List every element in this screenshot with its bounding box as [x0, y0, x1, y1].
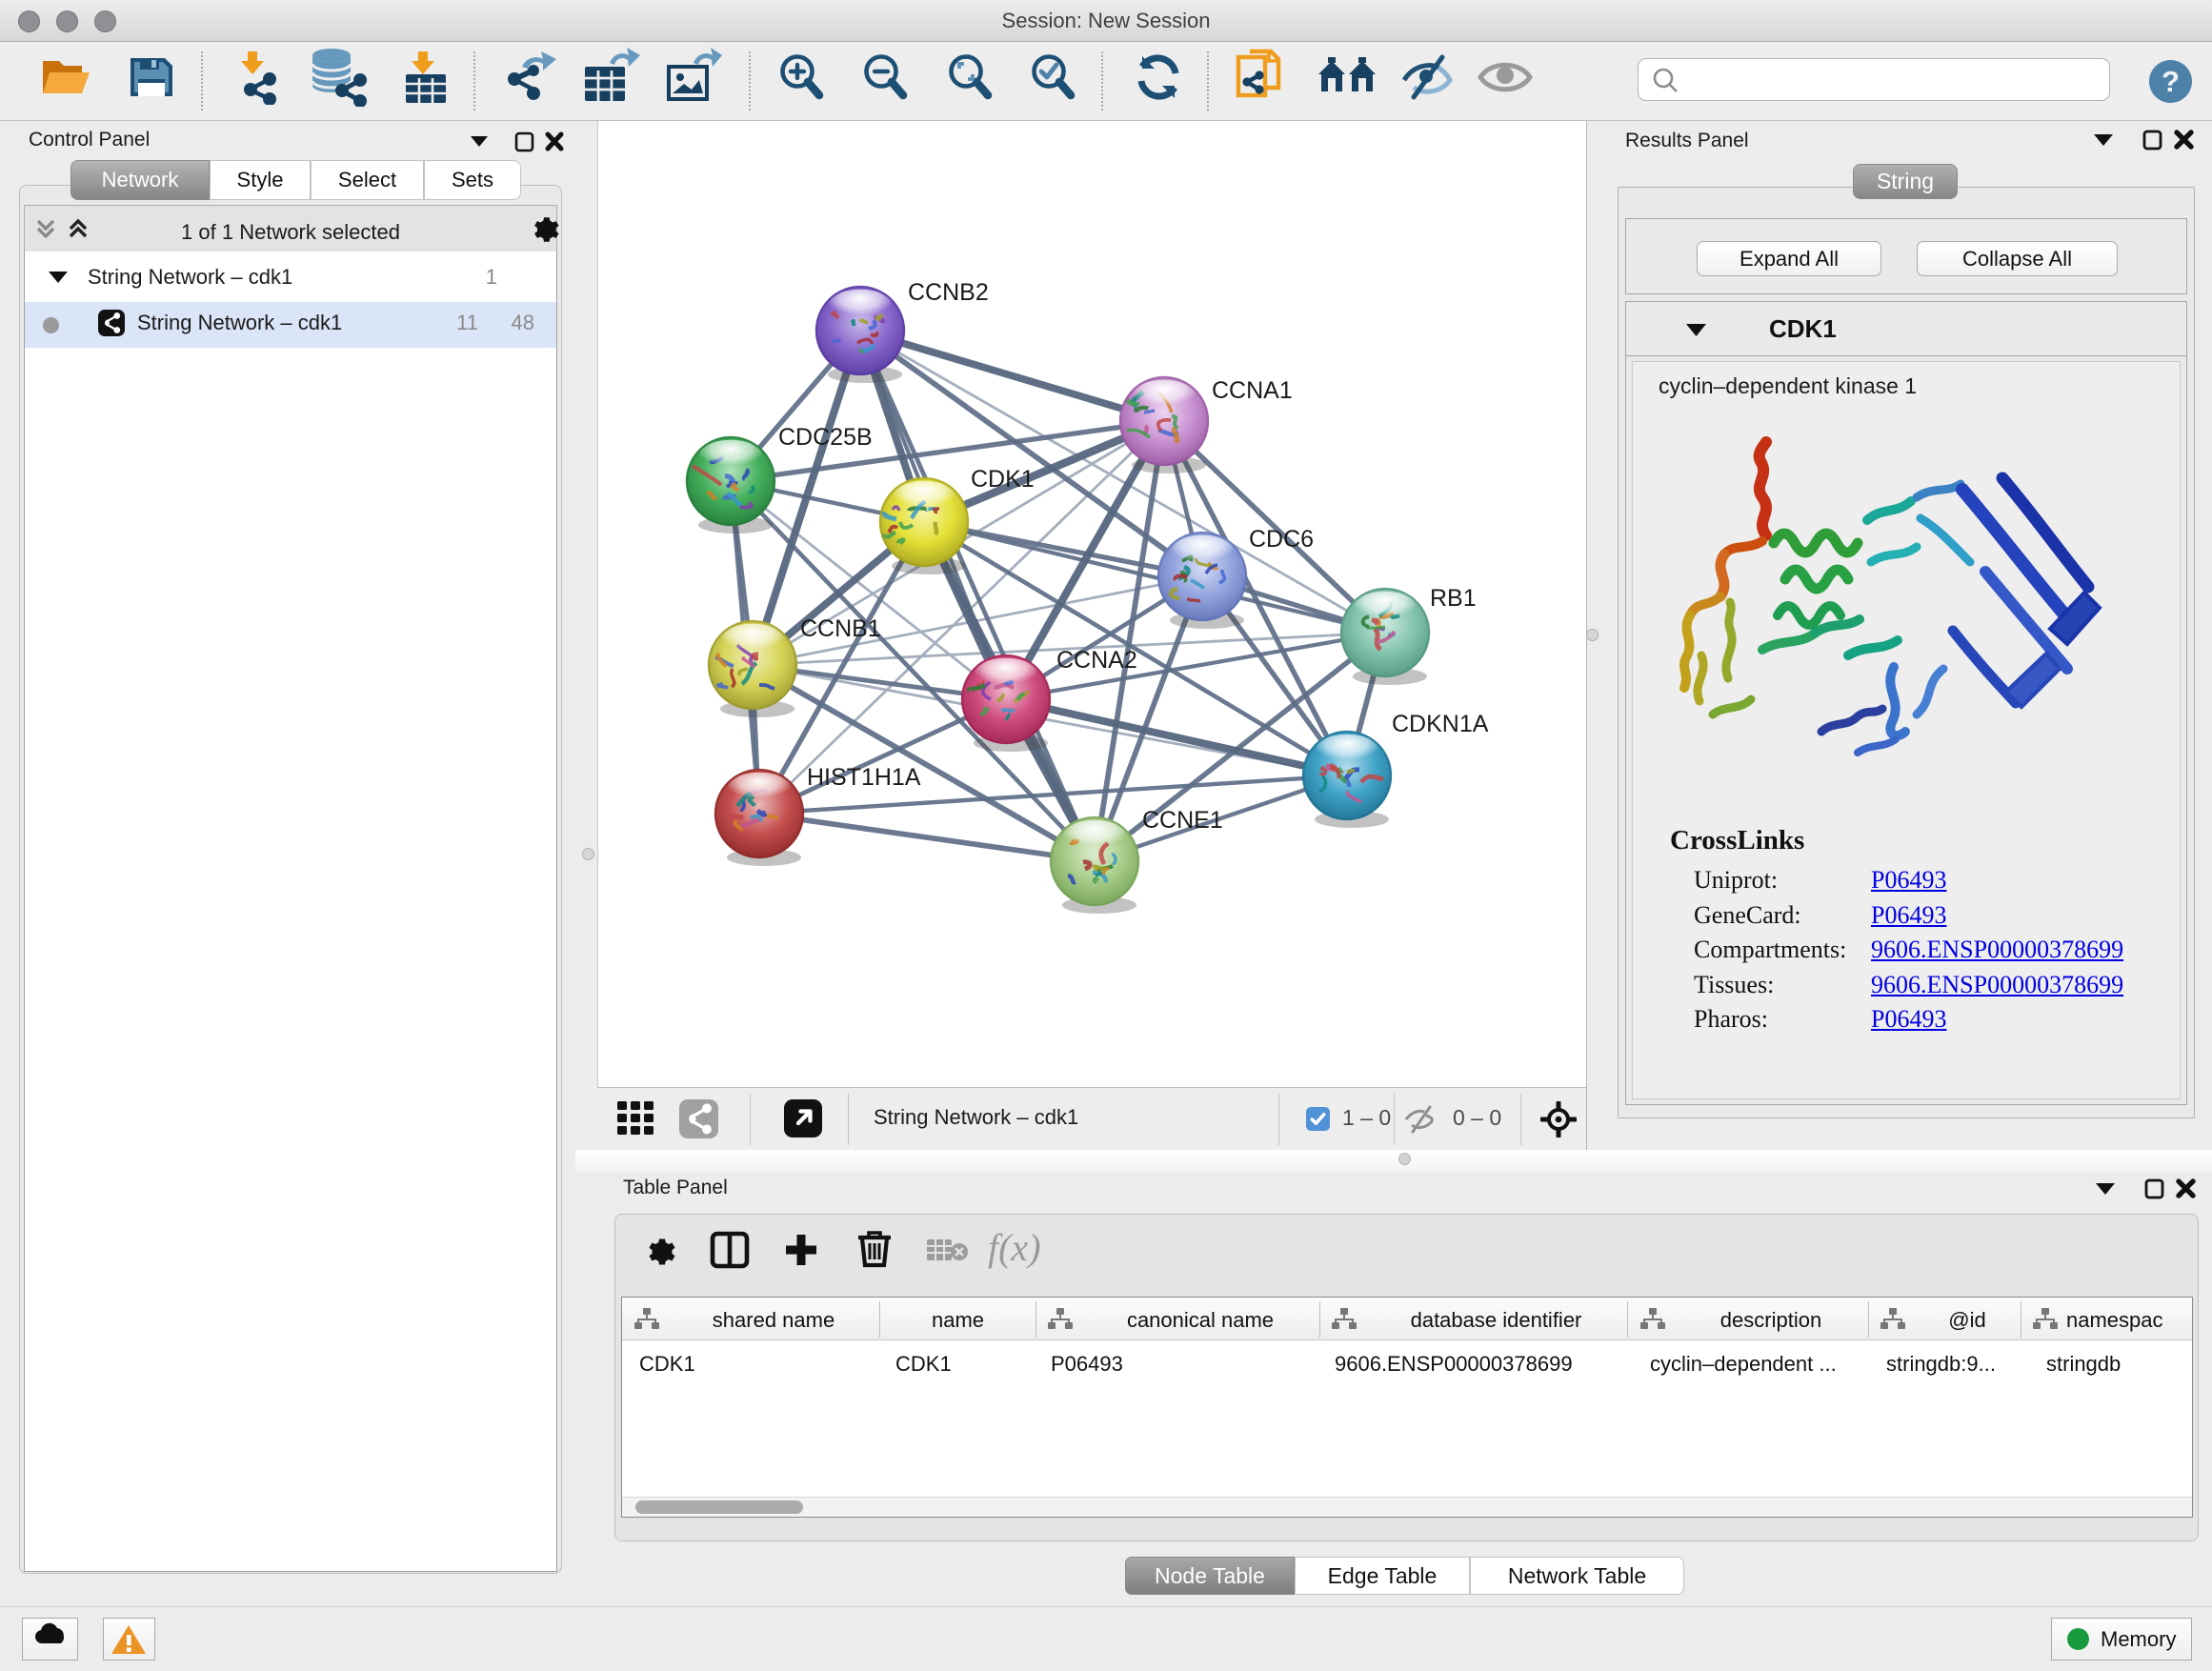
- svg-text:CCNE1: CCNE1: [1142, 807, 1223, 834]
- svg-text:CDKN1A: CDKN1A: [1392, 711, 1489, 737]
- svg-text:HIST1H1A: HIST1H1A: [807, 764, 921, 791]
- svg-text:CDK1: CDK1: [971, 466, 1035, 493]
- svg-text:CCNA2: CCNA2: [1056, 647, 1137, 674]
- svg-text:CDC25B: CDC25B: [778, 424, 873, 451]
- svg-text:CCNB2: CCNB2: [908, 279, 989, 306]
- svg-text:RB1: RB1: [1430, 585, 1477, 612]
- svg-text:CCNB1: CCNB1: [800, 615, 881, 642]
- svg-text:CDC6: CDC6: [1249, 526, 1314, 553]
- svg-text:CCNA1: CCNA1: [1212, 377, 1293, 404]
